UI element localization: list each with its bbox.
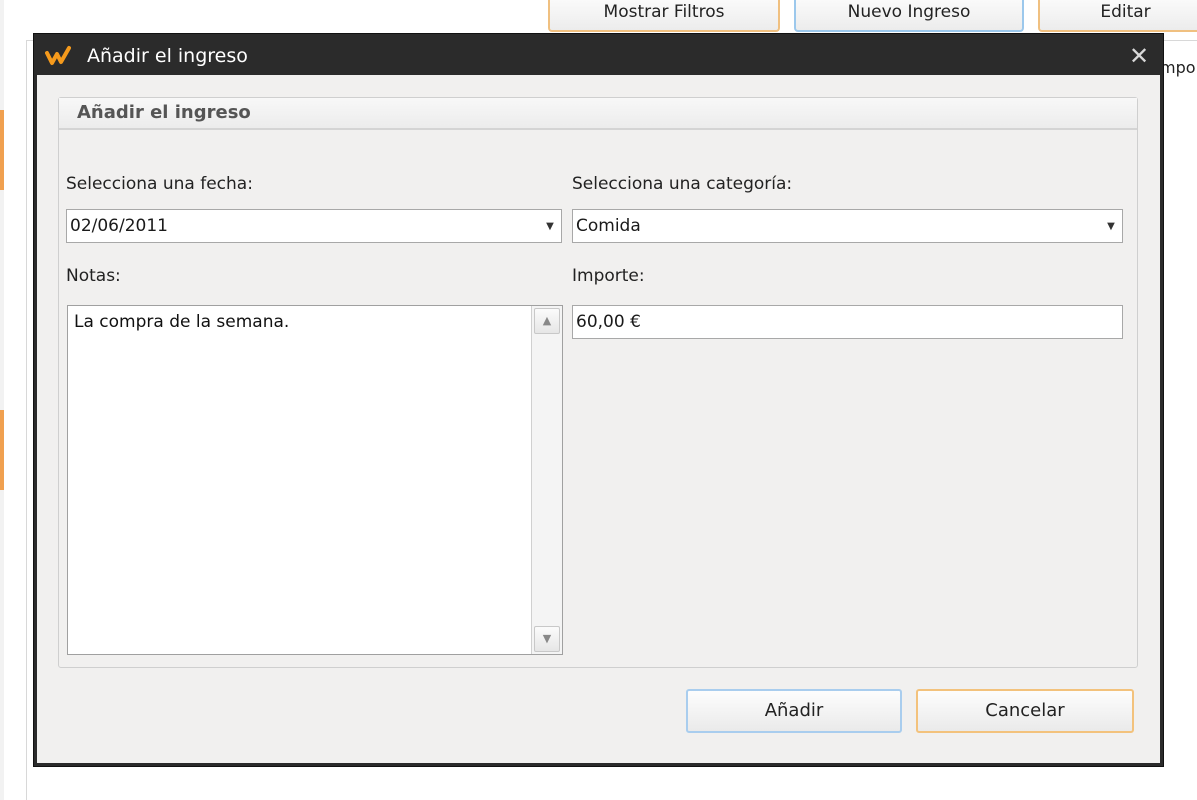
amount-label: Importe: <box>572 266 645 286</box>
scroll-down-icon[interactable]: ▼ <box>534 626 560 652</box>
show-filters-button[interactable]: Mostrar Filtros <box>548 0 780 32</box>
background-left-accent <box>0 410 4 490</box>
amount-input[interactable]: 60,00 € <box>572 305 1123 339</box>
new-income-button[interactable]: Nuevo Ingreso <box>794 0 1024 32</box>
background-left-accent <box>0 110 4 190</box>
close-icon[interactable]: ✕ <box>1124 41 1154 71</box>
notes-value: La compra de la semana. <box>74 312 290 332</box>
background-column-header: mpo <box>1160 58 1196 77</box>
edit-button[interactable]: Editar <box>1038 0 1197 32</box>
date-value: 02/06/2011 <box>70 216 168 236</box>
notes-textarea[interactable]: La compra de la semana. ▲ ▼ <box>67 305 563 655</box>
dialog-body: Añadir el ingreso Selecciona una fecha: … <box>37 75 1160 763</box>
cancel-button[interactable]: Cancelar <box>916 689 1134 733</box>
dialog-title: Añadir el ingreso <box>87 45 248 67</box>
category-label: Selecciona una categoría: <box>572 174 793 194</box>
notes-label: Notas: <box>66 266 121 286</box>
group-title: Añadir el ingreso <box>59 98 1137 130</box>
notes-scrollbar[interactable]: ▲ ▼ <box>531 306 562 654</box>
chevron-down-icon[interactable]: ▼ <box>1100 221 1122 232</box>
date-label: Selecciona una fecha: <box>66 174 253 194</box>
app-logo-icon <box>45 45 71 67</box>
chevron-down-icon[interactable]: ▼ <box>539 221 561 232</box>
add-income-dialog: Añadir el ingreso ✕ Añadir el ingreso Se… <box>34 34 1163 766</box>
category-select[interactable]: Comida ▼ <box>572 209 1123 243</box>
scroll-up-icon[interactable]: ▲ <box>534 308 560 334</box>
dialog-titlebar[interactable]: Añadir el ingreso ✕ <box>37 37 1160 75</box>
date-picker[interactable]: 02/06/2011 ▼ <box>66 209 562 243</box>
category-value: Comida <box>576 216 641 236</box>
add-button[interactable]: Añadir <box>686 689 902 733</box>
